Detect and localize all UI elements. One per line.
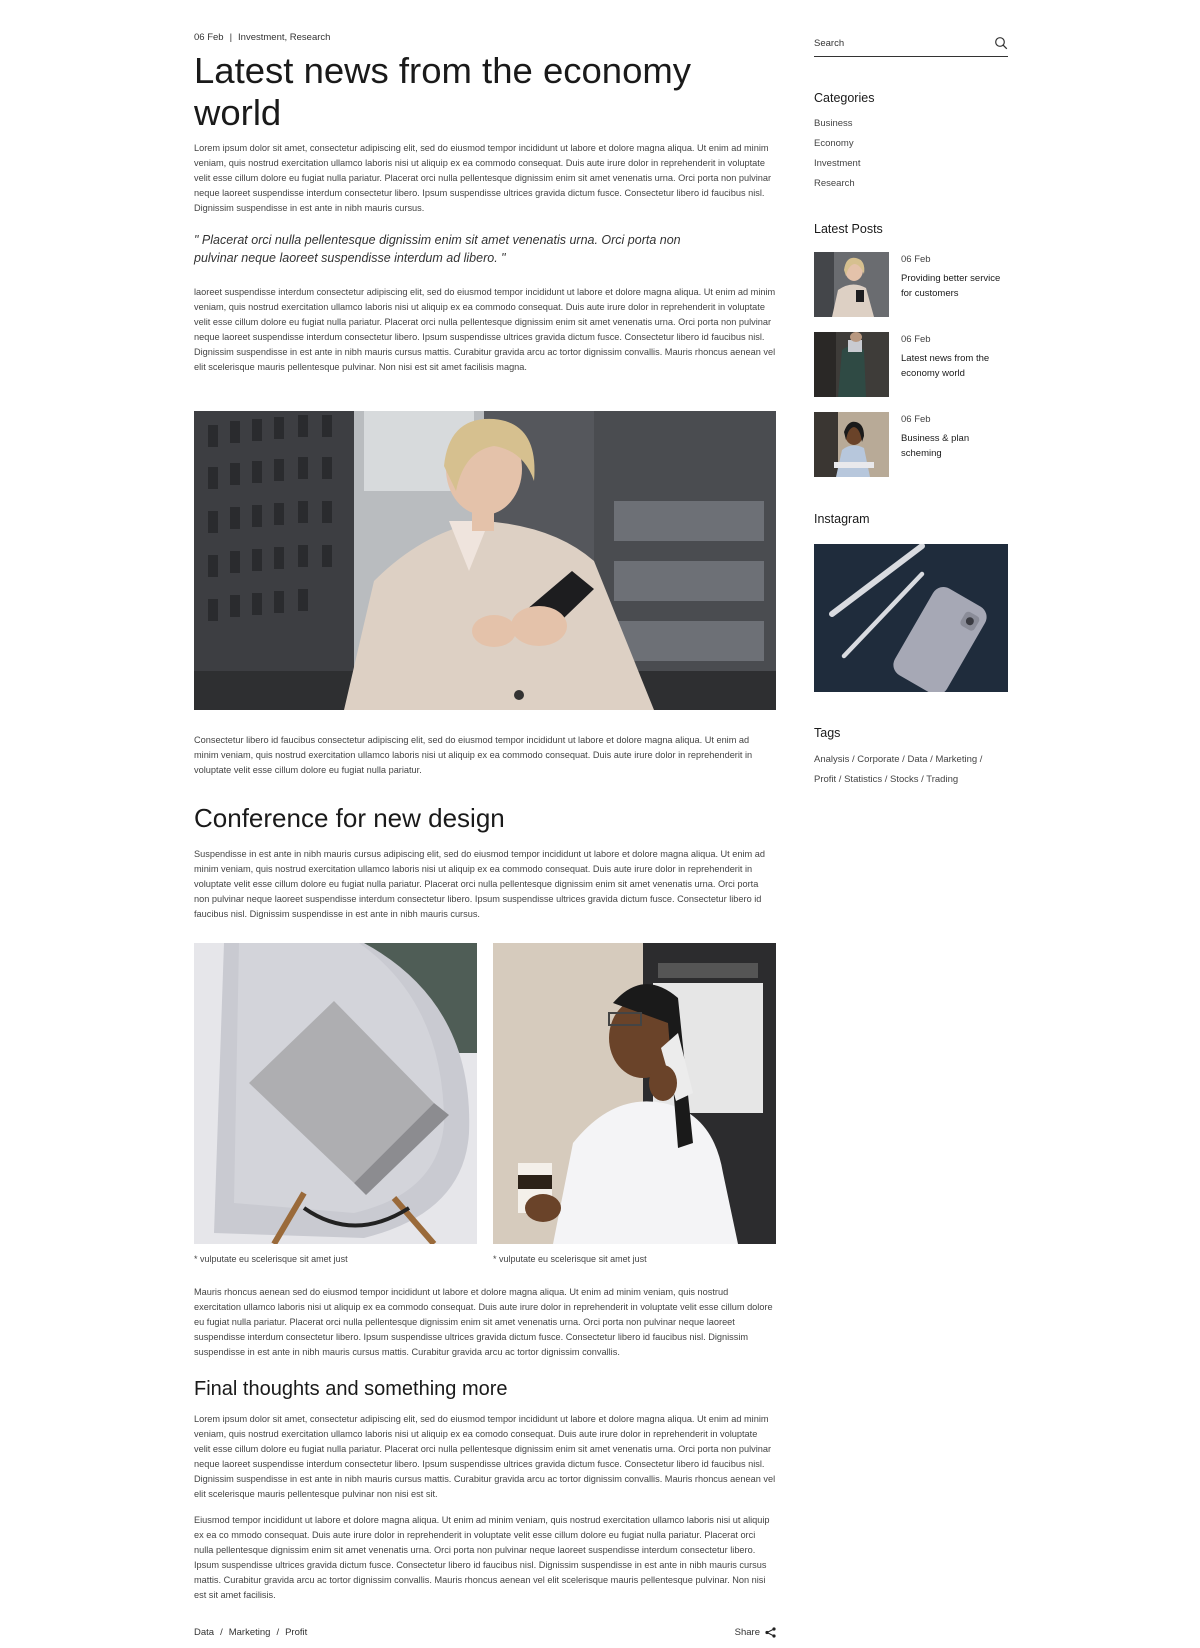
share-icon bbox=[765, 1627, 776, 1638]
tags-title: Tags bbox=[814, 726, 841, 740]
laptop-on-chair-photo bbox=[194, 943, 477, 1244]
instagram-title: Instagram bbox=[814, 512, 870, 526]
paragraph-7: Eiusmod tempor incididunt ut labore et d… bbox=[194, 1515, 770, 1600]
share-label: Share bbox=[734, 1627, 760, 1638]
post-footer: Data / Marketing / Profit Share bbox=[194, 1627, 776, 1638]
section-heading-conference: Conference for new design bbox=[194, 803, 505, 833]
category-economy[interactable]: Economy bbox=[814, 138, 854, 149]
latest-posts-title: Latest Posts bbox=[814, 222, 883, 236]
latest-post-thumb[interactable] bbox=[814, 332, 889, 397]
gallery-caption-2: * vulputate eu scelerisque sit amet just bbox=[493, 1254, 647, 1264]
category-business[interactable]: Business bbox=[814, 118, 853, 129]
post-tags: Data / Marketing / Profit bbox=[194, 1627, 307, 1638]
paragraph-intro: Lorem ipsum dolor sit amet, consectetur … bbox=[194, 143, 772, 213]
paragraph-2: laoreet suspendisse interdum consectetur… bbox=[194, 287, 776, 372]
tag-separator: / bbox=[276, 1627, 280, 1638]
gallery-image-woman-phone bbox=[493, 943, 776, 1244]
gallery-image-laptop bbox=[194, 943, 477, 1244]
blockquote: " Placerat orci nulla pellentesque digni… bbox=[194, 233, 681, 265]
latest-post-title[interactable]: Business & plan scheming bbox=[901, 431, 1011, 461]
tag-cloud-line-1[interactable]: Analysis / Corporate / Data / Marketing … bbox=[814, 754, 982, 765]
page-title: Latest news from the economy world bbox=[194, 50, 692, 133]
categories-title: Categories bbox=[814, 91, 875, 105]
latest-post-date: 06 Feb bbox=[901, 334, 931, 345]
latest-post-thumb[interactable] bbox=[814, 252, 889, 317]
paragraph-4: Suspendisse in est ante in nibh mauris c… bbox=[194, 849, 765, 919]
post-thumbnail-woman bbox=[814, 252, 889, 317]
post-thumbnail-person bbox=[814, 332, 889, 397]
meta-separator: | bbox=[229, 32, 233, 43]
post-date: 06 Feb bbox=[194, 32, 224, 43]
latest-post-date: 06 Feb bbox=[901, 414, 931, 425]
paragraph-6: Lorem ipsum dolor sit amet, consectetur … bbox=[194, 1414, 776, 1499]
search-box bbox=[814, 33, 1008, 57]
section-heading-final: Final thoughts and something more bbox=[194, 1378, 508, 1400]
post-meta: 06 Feb | Investment, Research bbox=[194, 32, 330, 43]
post-categories[interactable]: Investment, Research bbox=[238, 32, 330, 43]
instagram-image[interactable] bbox=[814, 544, 1008, 692]
post-tag-marketing[interactable]: Marketing bbox=[229, 1627, 271, 1638]
category-research[interactable]: Research bbox=[814, 178, 855, 189]
paragraph-3: Consectetur libero id faucibus consectet… bbox=[194, 735, 753, 775]
paragraph-5: Mauris rhoncus aenean sed do eiusmod tem… bbox=[194, 1287, 773, 1357]
gallery-caption-1: * vulputate eu scelerisque sit amet just bbox=[194, 1254, 348, 1264]
latest-post-title[interactable]: Providing better service for customers bbox=[901, 271, 1011, 301]
hero-image bbox=[194, 411, 776, 710]
share-button[interactable]: Share bbox=[735, 1627, 776, 1638]
search-icon[interactable] bbox=[994, 36, 1008, 50]
latest-post-date: 06 Feb bbox=[901, 254, 931, 265]
post-thumbnail-woman-laptop bbox=[814, 412, 889, 477]
woman-on-phone-photo bbox=[493, 943, 776, 1244]
category-investment[interactable]: Investment bbox=[814, 158, 860, 169]
post-tag-profit[interactable]: Profit bbox=[285, 1627, 307, 1638]
tag-cloud-line-2[interactable]: Profit / Statistics / Stocks / Trading bbox=[814, 774, 958, 785]
search-input[interactable] bbox=[814, 35, 984, 52]
tag-separator: / bbox=[220, 1627, 223, 1638]
post-tag-data[interactable]: Data bbox=[194, 1627, 214, 1638]
woman-with-phone-photo bbox=[194, 411, 776, 710]
latest-post-thumb[interactable] bbox=[814, 412, 889, 477]
instagram-phone-pencil-photo bbox=[814, 544, 1008, 692]
latest-post-title[interactable]: Latest news from the economy world bbox=[901, 351, 1011, 381]
